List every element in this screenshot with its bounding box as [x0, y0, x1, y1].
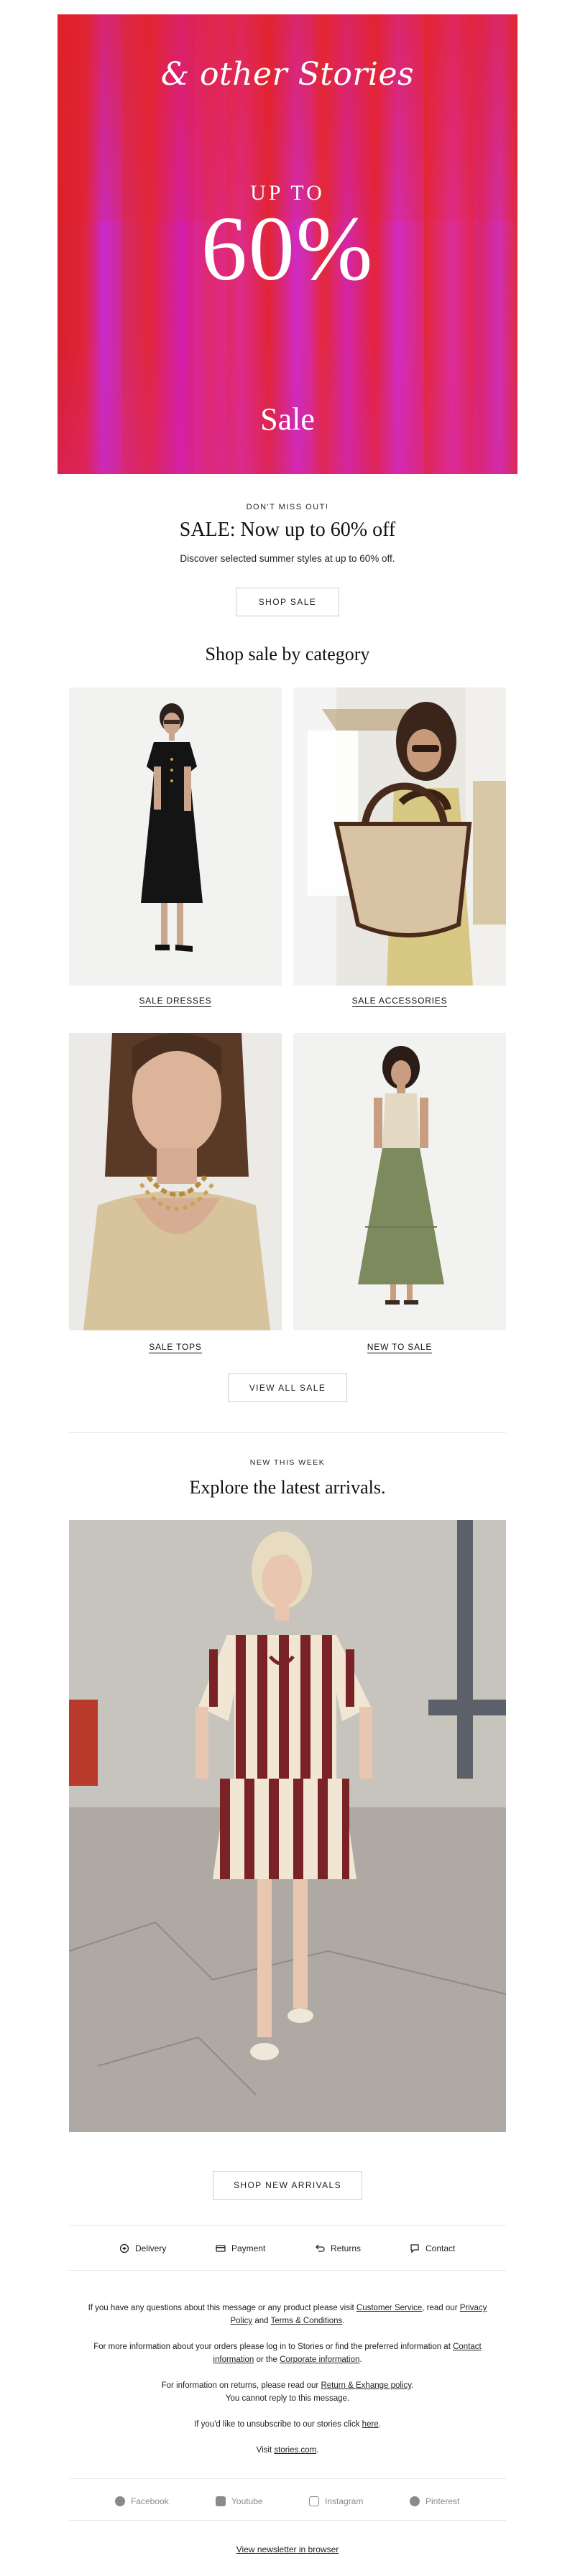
model-green-skirt-illustration	[293, 1033, 506, 1330]
view-all-sale-button[interactable]: VIEW ALL SALE	[228, 1373, 347, 1402]
brand-logo: & other Stories	[160, 56, 415, 93]
instagram-link[interactable]: Instagram	[309, 2494, 363, 2508]
new-arrivals-image[interactable]	[69, 1520, 506, 2132]
category-label[interactable]: SALE DRESSES	[139, 996, 212, 1007]
sale-accessories-image[interactable]	[293, 687, 506, 986]
view-in-browser-link[interactable]: View newsletter in browser	[236, 2544, 339, 2554]
sale-dresses-link[interactable]: SALE DRESSES	[69, 996, 282, 1007]
facebook-icon	[115, 2496, 125, 2506]
model-striped-dress-illustration	[69, 1520, 506, 2132]
facebook-link[interactable]: Facebook	[115, 2494, 169, 2508]
returns-link[interactable]: Returns	[315, 2240, 361, 2257]
new-to-sale-image[interactable]	[293, 1033, 506, 1330]
model-knit-top-illustration	[69, 1033, 282, 1330]
footer-text: .	[411, 2381, 414, 2390]
sale-tops-image[interactable]	[69, 1033, 282, 1330]
contact-link[interactable]: Contact	[410, 2240, 455, 2257]
return-icon	[315, 2243, 325, 2253]
model-tote-bag-illustration	[293, 687, 506, 986]
footer-text: .	[378, 2420, 381, 2429]
corporate-information-link[interactable]: Corporate information	[280, 2355, 359, 2364]
delivery-label[interactable]: Delivery	[135, 2243, 166, 2253]
hero-banner[interactable]: & other Stories UP TO 60% Sale	[58, 14, 518, 474]
social-label[interactable]: Pinterest	[426, 2496, 459, 2506]
footer-text: .	[359, 2355, 362, 2364]
payment-label[interactable]: Payment	[231, 2243, 265, 2253]
customer-service-link[interactable]: Customer Service	[356, 2304, 422, 2312]
card-icon	[216, 2243, 226, 2253]
intro-subtitle: Discover selected summer styles at up to…	[180, 553, 395, 564]
divider	[69, 2270, 506, 2271]
chat-icon	[410, 2243, 420, 2253]
sale-accessories-link[interactable]: SALE ACCESSORIES	[293, 996, 506, 1007]
social-label[interactable]: Instagram	[325, 2496, 363, 2506]
sale-tops-link[interactable]: SALE TOPS	[69, 1342, 282, 1353]
sale-dresses-image[interactable]	[69, 687, 282, 986]
new-to-sale-link[interactable]: NEW TO SALE	[293, 1342, 506, 1353]
pinterest-link[interactable]: Pinterest	[410, 2494, 459, 2508]
instagram-icon	[309, 2496, 319, 2506]
contact-label[interactable]: Contact	[426, 2243, 455, 2253]
divider	[69, 1432, 506, 1433]
divider	[69, 2225, 506, 2226]
hero-sale: Sale	[260, 402, 315, 437]
delivery-link[interactable]: Delivery	[119, 2240, 166, 2257]
new-eyebrow: NEW THIS WEEK	[249, 1458, 326, 1467]
category-label[interactable]: SALE TOPS	[149, 1342, 202, 1353]
returns-label[interactable]: Returns	[331, 2243, 361, 2253]
footer-text: .	[342, 2317, 345, 2325]
terms-link[interactable]: Terms & Conditions	[271, 2317, 343, 2325]
youtube-link[interactable]: Youtube	[216, 2494, 263, 2508]
stories-site-link[interactable]: stories.com	[274, 2446, 316, 2455]
footer-text: For more information about your orders p…	[93, 2343, 454, 2351]
footer-text: and	[252, 2317, 271, 2325]
footer-unsubscribe: If you'd like to unsubscribe to our stor…	[86, 2418, 489, 2431]
intro-eyebrow: DON'T MISS OUT!	[246, 503, 329, 511]
pinterest-icon	[410, 2496, 420, 2506]
intro-title: SALE: Now up to 60% off	[179, 519, 396, 541]
hero-percent: 60%	[201, 198, 374, 300]
unsubscribe-link[interactable]: here	[362, 2420, 379, 2429]
footer-text: For information on returns, please read …	[161, 2381, 321, 2390]
youtube-icon	[216, 2496, 226, 2506]
divider	[69, 2478, 506, 2479]
no-reply-note: You cannot reply to this message.	[225, 2394, 350, 2403]
social-label[interactable]: Facebook	[131, 2496, 169, 2506]
footer-text: If you'd like to unsubscribe to our stor…	[194, 2420, 362, 2429]
footer-questions: If you have any questions about this mes…	[86, 2302, 489, 2327]
shop-new-arrivals-button[interactable]: SHOP NEW ARRIVALS	[213, 2171, 362, 2200]
footer-text: , read our	[422, 2304, 460, 2312]
divider	[69, 2520, 506, 2521]
category-label[interactable]: SALE ACCESSORIES	[351, 996, 448, 1007]
delivery-icon	[119, 2243, 129, 2253]
footer-text: or the	[254, 2355, 280, 2364]
shop-sale-button[interactable]: SHOP SALE	[236, 588, 339, 616]
footer-text: If you have any questions about this mes…	[88, 2304, 356, 2312]
footer-text: Visit	[256, 2446, 275, 2455]
footer-visit: Visit stories.com.	[86, 2444, 489, 2457]
new-title: Explore the latest arrivals.	[189, 1477, 386, 1498]
footer-text: .	[316, 2446, 319, 2455]
footer-returns: For information on returns, please read …	[86, 2379, 489, 2405]
model-black-dress-illustration	[69, 687, 282, 986]
footer-orders: For more information about your orders p…	[86, 2340, 489, 2366]
view-in-browser: View newsletter in browser	[0, 2544, 575, 2554]
payment-link[interactable]: Payment	[216, 2240, 265, 2257]
categories-heading: Shop sale by category	[205, 644, 370, 664]
category-label[interactable]: NEW TO SALE	[367, 1342, 433, 1353]
social-label[interactable]: Youtube	[231, 2496, 263, 2506]
return-policy-link[interactable]: Return & Exhange policy	[321, 2381, 411, 2390]
